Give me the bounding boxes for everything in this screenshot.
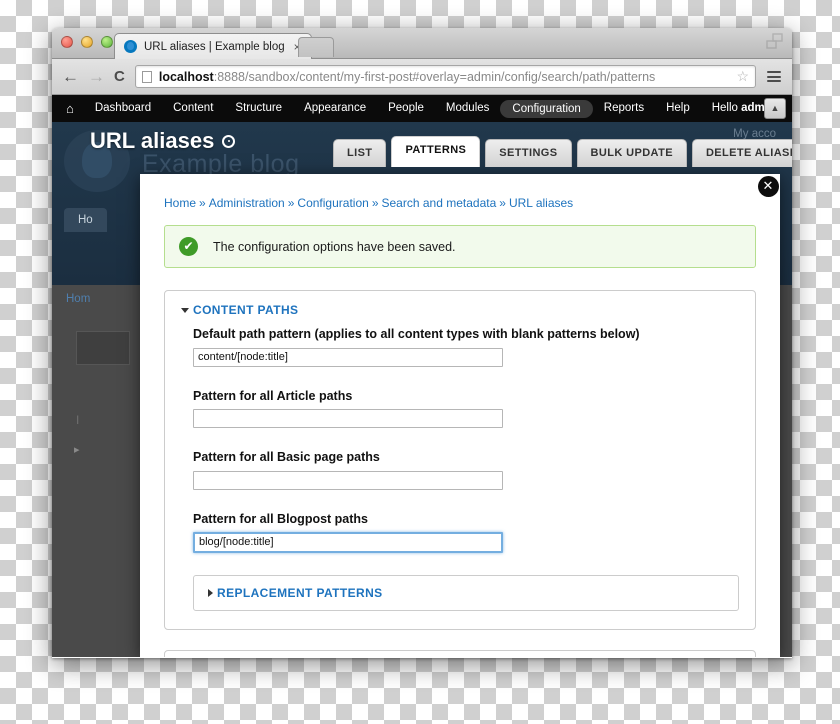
field-label: Default path pattern (applies to all con… [193, 327, 640, 341]
breadcrumb-separator: » [371, 196, 379, 210]
browser-tab-title: URL aliases | Example blog [144, 40, 285, 53]
replacement-patterns-legend-label: REPLACEMENT PATTERNS [217, 585, 383, 600]
breadcrumb: Home» Administration» Configuration» Search… [164, 196, 756, 210]
blogpost-pattern-input[interactable] [193, 531, 503, 553]
article-pattern-input[interactable] [193, 409, 503, 428]
toolbar-item-configuration[interactable]: Configuration [500, 99, 593, 118]
window-resize-icon[interactable] [764, 33, 784, 51]
toolbar-item-content[interactable]: Content [162, 95, 224, 122]
site-tab-home[interactable]: Ho [64, 208, 107, 232]
site-logo-icon [64, 130, 130, 192]
content-paths-legend-label: CONTENT PATHS [193, 303, 299, 317]
tab-list[interactable]: LIST [333, 139, 387, 167]
field-default-path-pattern: Default path pattern (applies to all con… [181, 327, 739, 367]
field-label: Pattern for all Article paths [193, 388, 353, 403]
drupal-admin-toolbar: ⌂ Dashboard Content Structure Appearance… [52, 95, 792, 122]
replacement-patterns-legend[interactable]: REPLACEMENT PATTERNS [208, 586, 724, 600]
status-message: ✔ The configuration options have been sa… [164, 225, 756, 268]
window-zoom-button[interactable] [101, 36, 113, 48]
breadcrumb-item-search-and-metadata[interactable]: Search and metadata [382, 196, 497, 210]
breadcrumb-separator: » [287, 196, 295, 210]
overlay-content: Home» Administration» Configuration» Search… [140, 174, 780, 657]
toolbar-item-modules[interactable]: Modules [435, 95, 500, 122]
toolbar-item-reports[interactable]: Reports [593, 95, 655, 122]
site-breadcrumb: Hom [66, 293, 91, 305]
content-paths-fieldset: CONTENT PATHS Default path pattern (appl… [164, 290, 756, 630]
field-article-pattern: Pattern for all Article paths [181, 388, 739, 428]
url-bar[interactable]: localhost:8888/sandbox/content/my-first-… [134, 65, 756, 88]
browser-tab-strip: URL aliases | Example blog × [52, 28, 792, 59]
site-content-block [76, 331, 130, 365]
bookmark-star-icon[interactable]: ☆ [736, 68, 749, 85]
toolbar-item-people[interactable]: People [377, 95, 435, 122]
toolbar-item-dashboard[interactable]: Dashboard [84, 95, 162, 122]
drupal-favicon-icon [124, 40, 137, 53]
breadcrumb-separator: » [499, 196, 506, 210]
url-host: localhost [158, 69, 214, 84]
page-document-icon [141, 70, 152, 83]
breadcrumb-item-administration[interactable]: Administration [209, 196, 285, 210]
url-path: :8888/sandbox/content/my-first-post#over… [213, 69, 656, 84]
tab-patterns[interactable]: PATTERNS [391, 136, 481, 167]
browser-address-toolbar: ← → C localhost:8888/sandbox/content/my-… [52, 59, 792, 95]
tab-bulk-update[interactable]: BULK UPDATE [576, 139, 687, 167]
chevron-down-icon [181, 307, 189, 313]
overlay-panel: ✕ Home» Administration» Configuration» Sear… [140, 174, 780, 657]
window-close-button[interactable] [61, 36, 73, 48]
check-circle-icon: ✔ [179, 237, 198, 256]
browser-tab[interactable]: URL aliases | Example blog × [114, 33, 312, 59]
greeting-prefix: Hello [711, 102, 742, 114]
breadcrumb-item-url-aliases[interactable]: URL aliases [509, 196, 573, 210]
chevron-right-icon [208, 588, 213, 597]
field-blogpost-pattern: Pattern for all Blogpost paths [181, 512, 739, 553]
content-paths-legend[interactable]: CONTENT PATHS [181, 303, 739, 317]
close-icon: ✕ [757, 175, 779, 197]
forward-button[interactable]: → [88, 68, 105, 85]
back-button[interactable]: ← [62, 68, 79, 85]
field-label: Pattern for all Basic page paths [193, 450, 380, 464]
window-traffic-lights [61, 36, 113, 48]
toolbar-item-appearance[interactable]: Appearance [293, 95, 377, 122]
new-tab-button[interactable] [298, 37, 334, 57]
field-basic-page-pattern: Pattern for all Basic page paths [181, 450, 739, 490]
browser-window: URL aliases | Example blog × ← → C local… [52, 28, 792, 658]
taxonomy-term-paths-fieldset: TAXONOMY TERM PATHS Default path pattern… [164, 649, 756, 657]
home-icon[interactable]: ⌂ [62, 101, 84, 116]
page-viewport: ⌂ Dashboard Content Structure Appearance… [52, 95, 792, 657]
site-content-text: I [76, 413, 80, 427]
tab-settings[interactable]: SETTINGS [485, 139, 572, 167]
browser-menu-icon[interactable] [766, 69, 782, 84]
reload-button[interactable]: C [114, 68, 125, 85]
breadcrumb-separator: » [199, 196, 206, 210]
default-path-pattern-input[interactable] [193, 347, 503, 367]
replacement-patterns-fieldset[interactable]: REPLACEMENT PATTERNS [193, 574, 739, 611]
field-label: Pattern for all Blogpost paths [193, 511, 369, 526]
status-message-text: The configuration options have been save… [213, 239, 456, 254]
toolbar-logout-link[interactable]: Log out [786, 95, 792, 122]
toolbar-item-help[interactable]: Help [655, 95, 701, 122]
tab-delete-aliases[interactable]: DELETE ALIASES [691, 139, 792, 167]
url-text: localhost:8888/sandbox/content/my-first-… [159, 70, 655, 84]
site-content-bullet: ▸ [74, 444, 80, 456]
toolbar-collapse-button[interactable]: ▲ [764, 98, 786, 119]
window-minimize-button[interactable] [81, 36, 93, 48]
breadcrumb-item-home[interactable]: Home [164, 196, 196, 210]
breadcrumb-item-configuration[interactable]: Configuration [297, 196, 368, 210]
toolbar-item-structure[interactable]: Structure [224, 95, 293, 122]
overlay-tab-list: LIST PATTERNS SETTINGS BULK UPDATE DELET… [333, 136, 792, 167]
basic-page-pattern-input[interactable] [193, 470, 503, 490]
